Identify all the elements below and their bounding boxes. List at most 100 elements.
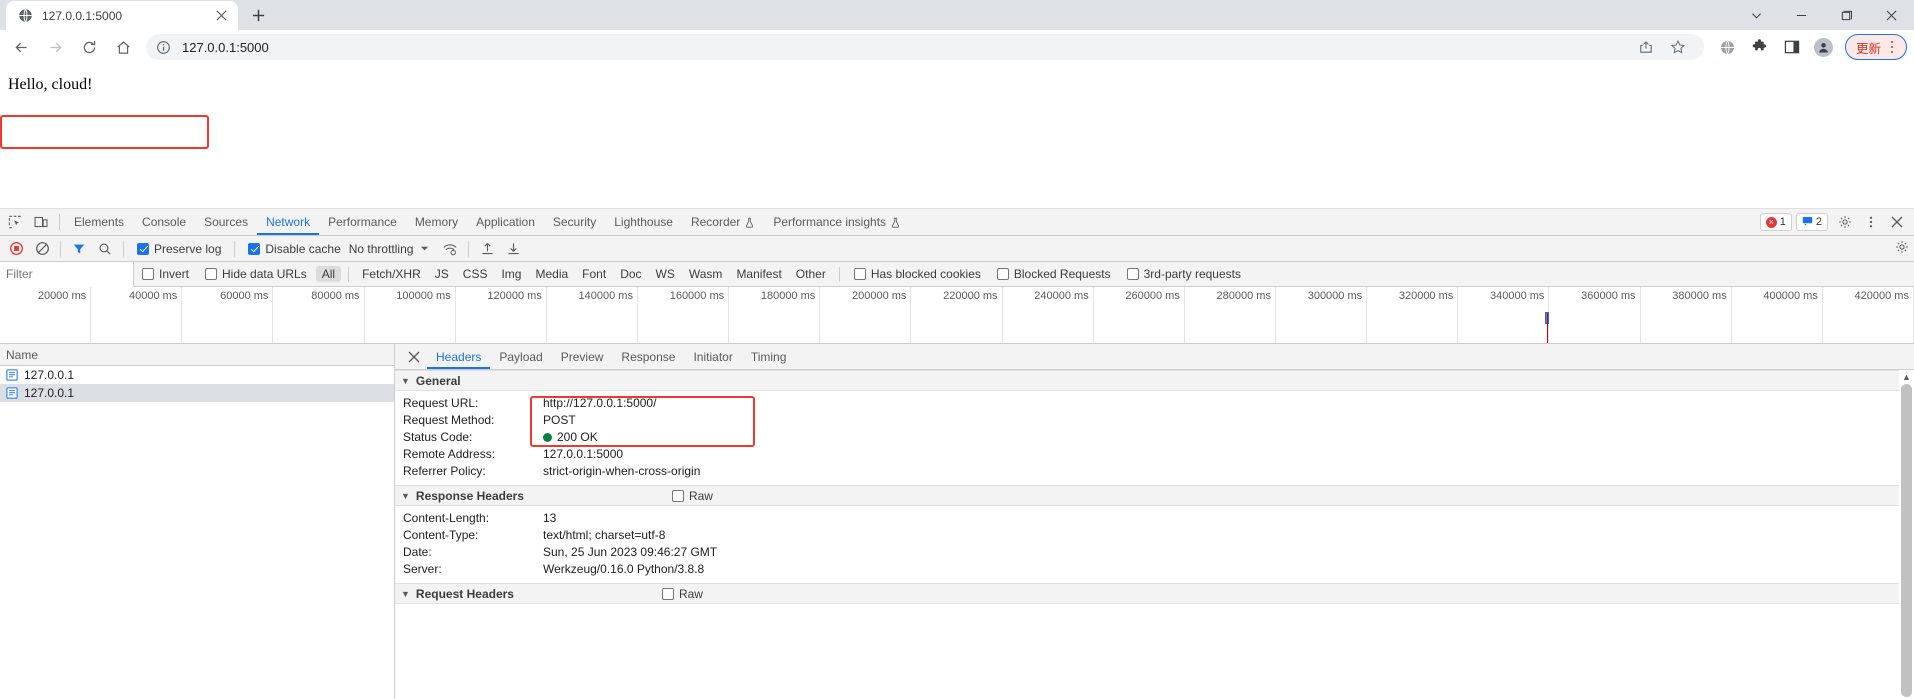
checkbox-box: [142, 268, 154, 280]
update-button[interactable]: 更新: [1844, 34, 1907, 60]
timeline-tick: 160000 ms: [638, 287, 730, 343]
header-row: Date: Sun, 25 Jun 2023 09:46:27 GMT: [395, 544, 1914, 561]
timeline-load-event-line: [1547, 313, 1549, 343]
new-tab-button[interactable]: [244, 1, 272, 29]
blocked-requests-checkbox[interactable]: Blocked Requests: [996, 267, 1111, 281]
close-icon[interactable]: [401, 344, 427, 369]
search-icon[interactable]: [92, 236, 118, 261]
disable-cache-checkbox[interactable]: Disable cache: [248, 242, 341, 256]
devtools-tab-application[interactable]: Application: [467, 209, 544, 235]
more-options-icon[interactable]: [1858, 210, 1884, 235]
details-tab-payload[interactable]: Payload: [490, 344, 551, 369]
header-row: Request URL: http://127.0.0.1:5000/: [395, 395, 1914, 412]
devtools-tab-console[interactable]: Console: [133, 209, 195, 235]
filter-type-img[interactable]: Img: [495, 266, 527, 282]
devtools-tab-lighthouse[interactable]: Lighthouse: [605, 209, 682, 235]
devtools-tab-security[interactable]: Security: [544, 209, 605, 235]
details-scrollbar[interactable]: ▲: [1899, 370, 1914, 699]
filter-type-wasm[interactable]: Wasm: [683, 266, 729, 282]
scroll-up-arrow-icon[interactable]: ▲: [1902, 372, 1911, 382]
close-devtools-icon[interactable]: [1884, 210, 1910, 235]
preserve-log-checkbox[interactable]: Preserve log: [137, 242, 221, 256]
profile-avatar-icon[interactable]: [1811, 34, 1837, 60]
star-icon[interactable]: [1665, 34, 1691, 60]
tab-label: Sources: [204, 215, 249, 229]
section-header-request-headers[interactable]: ▼ Request Headers Raw: [395, 583, 1914, 604]
has-blocked-cookies-checkbox[interactable]: Has blocked cookies: [853, 267, 981, 281]
devtools-tab-elements[interactable]: Elements: [65, 209, 133, 235]
devtools-tab-memory[interactable]: Memory: [406, 209, 467, 235]
checkbox-box: [996, 268, 1009, 280]
section-header-response-headers[interactable]: ▼ Response Headers Raw: [395, 485, 1914, 506]
filter-type-all[interactable]: All: [315, 266, 342, 282]
sidepanel-icon[interactable]: [1779, 34, 1805, 60]
timeline-tick-label: 100000 ms: [396, 290, 451, 302]
home-icon[interactable]: [109, 33, 137, 61]
record-stop-icon[interactable]: [3, 236, 29, 261]
filter-type-other[interactable]: Other: [790, 266, 832, 282]
devtools-tab-recorder[interactable]: Recorder: [682, 209, 764, 235]
scrollbar-thumb[interactable]: [1901, 384, 1912, 697]
divider: [123, 240, 124, 257]
message-icon: [1802, 215, 1813, 229]
raw-toggle-request[interactable]: Raw: [661, 587, 703, 601]
browser-tab[interactable]: 127.0.0.1:5000: [6, 1, 238, 30]
wifi-settings-icon[interactable]: [437, 236, 463, 261]
details-tab-response[interactable]: Response: [612, 344, 684, 369]
filter-type-fetch-xhr[interactable]: Fetch/XHR: [356, 266, 427, 282]
filter-type-font[interactable]: Font: [576, 266, 612, 282]
table-row[interactable]: 127.0.0.1: [0, 366, 394, 384]
device-toolbar-icon[interactable]: [28, 210, 54, 235]
minimize-icon[interactable]: [1779, 0, 1824, 30]
filter-type-doc[interactable]: Doc: [614, 266, 647, 282]
devtools-tab-performance[interactable]: Performance: [319, 209, 406, 235]
filter-type-manifest[interactable]: Manifest: [730, 266, 787, 282]
clear-icon[interactable]: [29, 236, 55, 261]
invert-checkbox[interactable]: Invert: [142, 267, 189, 281]
table-row[interactable]: 127.0.0.1: [0, 384, 394, 402]
filter-type-css[interactable]: CSS: [457, 266, 494, 282]
details-tab-headers[interactable]: Headers: [427, 344, 490, 369]
back-arrow-icon[interactable]: [7, 33, 35, 61]
chevron-down-icon[interactable]: [1734, 0, 1779, 30]
tab-strip: 127.0.0.1:5000: [0, 0, 1914, 30]
message-count-badge[interactable]: 2: [1795, 213, 1828, 231]
three-dots-icon[interactable]: [1883, 40, 1901, 54]
raw-toggle-response[interactable]: Raw: [671, 489, 713, 503]
error-count-badge[interactable]: × 1: [1759, 213, 1792, 231]
section-header-general[interactable]: ▼ General: [395, 370, 1914, 391]
info-circle-icon[interactable]: [155, 39, 172, 56]
filter-funnel-icon[interactable]: [66, 236, 92, 261]
forward-arrow-icon[interactable]: [41, 33, 69, 61]
settings-gear-icon[interactable]: [1832, 210, 1858, 235]
globe-extension-icon[interactable]: [1715, 34, 1741, 60]
third-party-requests-checkbox[interactable]: 3rd-party requests: [1126, 267, 1241, 281]
devtools-tab-sources[interactable]: Sources: [195, 209, 257, 235]
puzzle-extension-icon[interactable]: [1747, 34, 1773, 60]
tab-close-icon[interactable]: [212, 7, 230, 25]
throttling-dropdown[interactable]: No throttling: [349, 242, 430, 256]
close-icon[interactable]: [1869, 0, 1914, 30]
details-tab-timing[interactable]: Timing: [742, 344, 796, 369]
address-bar[interactable]: 127.0.0.1:5000: [146, 34, 1704, 60]
maximize-icon[interactable]: [1824, 0, 1869, 30]
header-key: Request URL:: [403, 396, 479, 410]
filter-type-media[interactable]: Media: [529, 266, 574, 282]
network-settings-gear-icon[interactable]: [1895, 240, 1914, 257]
filter-type-js[interactable]: JS: [429, 266, 455, 282]
details-tab-preview[interactable]: Preview: [552, 344, 613, 369]
tab-label: Preview: [560, 349, 604, 364]
hide-data-urls-checkbox[interactable]: Hide data URLs: [205, 267, 307, 281]
inspect-element-icon[interactable]: [2, 210, 28, 235]
timeline-tick: 180000 ms: [729, 287, 821, 343]
export-har-icon[interactable]: [500, 236, 526, 261]
share-icon[interactable]: [1633, 34, 1659, 60]
import-har-icon[interactable]: [474, 236, 500, 261]
network-overview-timeline[interactable]: 20000 ms 40000 ms 60000 ms 80000 ms 100000 m…: [0, 287, 1914, 344]
filter-type-ws[interactable]: WS: [650, 266, 681, 282]
filter-input[interactable]: [0, 261, 134, 287]
devtools-tab-network[interactable]: Network: [257, 209, 319, 235]
details-tab-initiator[interactable]: Initiator: [684, 344, 741, 369]
devtools-tab-performance-insights[interactable]: Performance insights: [764, 209, 910, 235]
reload-icon[interactable]: [75, 33, 103, 61]
